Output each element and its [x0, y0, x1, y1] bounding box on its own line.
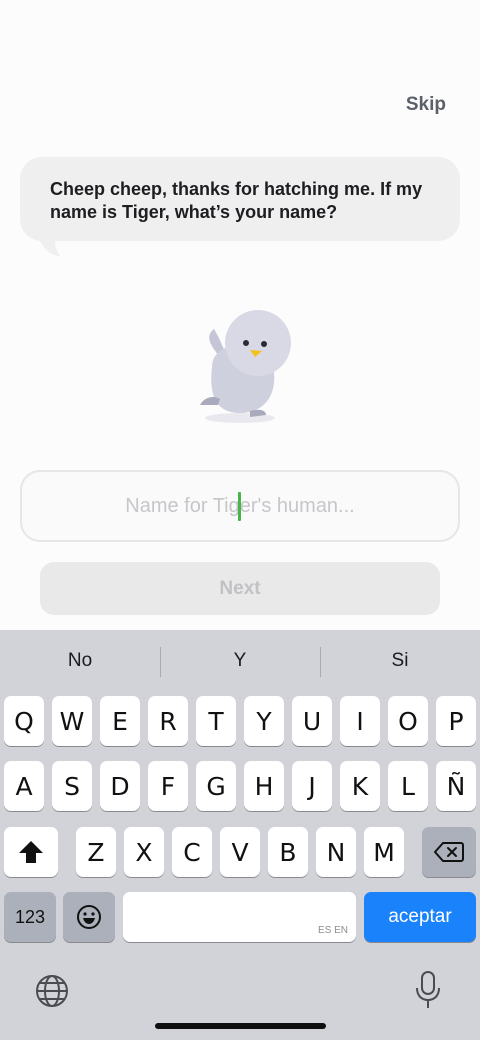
key-n-tilde[interactable]: Ñ	[436, 761, 476, 811]
key-a[interactable]: A	[4, 761, 44, 811]
key-z[interactable]: Z	[76, 827, 116, 877]
skip-button[interactable]: Skip	[406, 94, 446, 116]
space-key[interactable]: ES EN	[123, 892, 356, 942]
key-k[interactable]: K	[340, 761, 380, 811]
backspace-icon	[434, 842, 464, 862]
key-g[interactable]: G	[196, 761, 236, 811]
key-t[interactable]: T	[196, 696, 236, 746]
key-y[interactable]: Y	[244, 696, 284, 746]
key-p[interactable]: P	[436, 696, 476, 746]
key-d[interactable]: D	[100, 761, 140, 811]
key-n[interactable]: N	[316, 827, 356, 877]
speech-bubble-text: Cheep cheep, thanks for hatching me. If …	[50, 179, 423, 222]
key-o[interactable]: O	[388, 696, 428, 746]
key-u[interactable]: U	[292, 696, 332, 746]
key-r[interactable]: R	[148, 696, 188, 746]
key-l[interactable]: L	[388, 761, 428, 811]
key-c[interactable]: C	[172, 827, 212, 877]
emoji-key[interactable]	[63, 892, 115, 942]
emoji-icon	[77, 905, 101, 929]
name-input-container[interactable]	[20, 470, 460, 542]
key-e[interactable]: E	[100, 696, 140, 746]
key-j[interactable]: J	[292, 761, 332, 811]
suggestion-1[interactable]: No	[0, 630, 160, 692]
next-button[interactable]: Next	[40, 562, 440, 615]
space-language-hint: ES EN	[317, 925, 348, 936]
shift-key[interactable]	[4, 827, 58, 877]
key-h[interactable]: H	[244, 761, 284, 811]
suggestion-bar: No Y Si	[0, 630, 480, 692]
suggestion-2[interactable]: Y	[160, 630, 320, 692]
key-b[interactable]: B	[268, 827, 308, 877]
key-w[interactable]: W	[52, 696, 92, 746]
key-x[interactable]: X	[124, 827, 164, 877]
numbers-key[interactable]: 123	[4, 892, 56, 942]
delete-key[interactable]	[422, 827, 476, 877]
home-indicator[interactable]	[155, 1023, 326, 1029]
key-m[interactable]: M	[364, 827, 404, 877]
return-key[interactable]: aceptar	[364, 892, 476, 942]
suggestion-3[interactable]: Si	[320, 630, 480, 692]
shift-icon	[19, 841, 43, 863]
keyboard: No Y Si Q W E R T Y U I O P A S D F G H …	[0, 630, 480, 1040]
speech-bubble-tail	[36, 232, 60, 256]
tiger-chick-mascot	[200, 310, 291, 423]
key-f[interactable]: F	[148, 761, 188, 811]
text-cursor	[238, 492, 241, 521]
speech-bubble: Cheep cheep, thanks for hatching me. If …	[20, 157, 460, 241]
key-i[interactable]: I	[340, 696, 380, 746]
globe-icon[interactable]	[34, 973, 70, 1009]
key-q[interactable]: Q	[4, 696, 44, 746]
key-v[interactable]: V	[220, 827, 260, 877]
microphone-icon[interactable]	[414, 970, 442, 1010]
key-s[interactable]: S	[52, 761, 92, 811]
